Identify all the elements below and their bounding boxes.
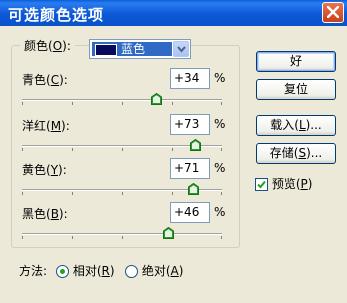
absolute-label-key: A xyxy=(170,264,179,278)
dropdown-arrow-button[interactable] xyxy=(173,41,189,57)
slider-label-key: M xyxy=(50,119,62,133)
close-button[interactable] xyxy=(322,2,344,23)
colors-label-prefix: 颜色( xyxy=(24,39,53,53)
slider-thumb[interactable] xyxy=(163,227,174,239)
slider-tick xyxy=(221,102,222,105)
colors-label-suffix: ): xyxy=(62,39,71,53)
slider-value-input[interactable]: +46 xyxy=(170,202,210,223)
title-bar: 可选颜色选项 xyxy=(0,0,347,26)
slider-ticks xyxy=(22,102,222,105)
slider-label-suffix: ): xyxy=(61,119,70,133)
absolute-radio[interactable] xyxy=(125,265,138,278)
load-label-prefix: 载入( xyxy=(270,118,299,132)
slider-tick xyxy=(122,102,123,105)
slider-tick xyxy=(22,192,23,195)
slider-tick xyxy=(122,192,123,195)
preview-label-prefix: 预览( xyxy=(271,177,301,191)
slider-label-suffix: ): xyxy=(59,73,68,87)
absolute-radio-row[interactable]: 绝对(A) xyxy=(125,262,183,279)
preview-label-key: P xyxy=(300,177,308,191)
slider-value-input[interactable]: +73 xyxy=(170,114,210,135)
save-button[interactable]: 存储(S)... xyxy=(256,143,336,164)
slider-tick xyxy=(221,236,222,239)
slider-tick xyxy=(22,102,23,105)
slider-thumb[interactable] xyxy=(151,93,162,105)
load-button[interactable]: 载入(L)... xyxy=(256,115,336,136)
relative-label-key: R xyxy=(101,264,110,278)
slider-track[interactable] xyxy=(22,99,222,101)
percent-unit: % xyxy=(214,117,226,131)
slider-label-key: Y xyxy=(50,163,59,177)
preview-checkbox[interactable] xyxy=(255,178,268,191)
save-label-key: S xyxy=(298,146,307,160)
slider-tick xyxy=(221,148,222,151)
slider-thumb[interactable] xyxy=(190,139,201,151)
load-label-key: L xyxy=(298,118,306,132)
selective-color-dialog: 可选颜色选项 颜色(O): 蓝色 青色(C): +34% 洋红(M): +73% 黄色(… xyxy=(0,0,347,303)
slider-tick xyxy=(172,192,173,195)
colors-label-key: O xyxy=(52,39,63,53)
slider-label: 青色(C): xyxy=(22,71,68,88)
slider-label-prefix: 黄色( xyxy=(22,163,51,177)
slider-label-key: C xyxy=(50,73,60,87)
chevron-down-icon xyxy=(177,46,186,53)
slider-value-input[interactable]: +34 xyxy=(170,68,210,89)
colors-dropdown-value: 蓝色 xyxy=(92,42,172,56)
color-swatch xyxy=(95,44,117,56)
slider-thumb[interactable] xyxy=(188,183,199,195)
slider-tick xyxy=(22,148,23,151)
colors-selected-text: 蓝色 xyxy=(121,42,146,56)
slider-value-input[interactable]: +71 xyxy=(170,158,210,179)
slider-tick xyxy=(72,192,73,195)
slider-label-prefix: 黑色( xyxy=(22,207,51,221)
percent-unit: % xyxy=(214,71,226,85)
slider-tick xyxy=(172,102,173,105)
relative-label-prefix: 相对( xyxy=(72,264,102,278)
absolute-label-suffix: ) xyxy=(178,264,184,278)
slider-tick xyxy=(72,236,73,239)
method-label: 方法: xyxy=(19,264,48,278)
percent-unit: % xyxy=(214,161,226,175)
slider-label-suffix: ): xyxy=(58,163,67,177)
slider-label-prefix: 青色( xyxy=(22,73,51,87)
radio-selected-dot xyxy=(60,269,65,274)
slider-label-suffix: ): xyxy=(58,207,68,221)
slider-tick xyxy=(22,236,23,239)
relative-radio[interactable] xyxy=(56,265,69,278)
slider-tick xyxy=(122,236,123,239)
percent-unit: % xyxy=(214,205,226,219)
slider-tick xyxy=(122,148,123,151)
load-label-suffix: )... xyxy=(305,118,322,132)
relative-radio-row[interactable]: 相对(R) xyxy=(56,262,115,279)
slider-label-key: B xyxy=(50,207,59,221)
save-label-suffix: )... xyxy=(306,146,323,160)
preview-label-suffix: ) xyxy=(307,177,313,191)
save-label-prefix: 存储( xyxy=(269,146,299,160)
slider-tick xyxy=(72,148,73,151)
slider-tick xyxy=(172,148,173,151)
slider-label-prefix: 洋红( xyxy=(22,119,51,133)
window-title: 可选颜色选项 xyxy=(8,6,105,24)
slider-label: 黑色(B): xyxy=(22,205,68,222)
colors-label: 颜色(O): xyxy=(20,34,75,58)
absolute-label-prefix: 绝对( xyxy=(141,264,171,278)
slider-label: 黄色(Y): xyxy=(22,161,67,178)
colors-dropdown[interactable]: 蓝色 xyxy=(89,39,191,59)
checkmark-icon xyxy=(257,180,266,189)
slider-tick xyxy=(221,192,222,195)
slider-tick xyxy=(72,102,73,105)
slider-label: 洋红(M): xyxy=(22,117,70,134)
slider-track[interactable] xyxy=(22,233,222,235)
ok-button[interactable]: 好 xyxy=(256,51,336,72)
preview-checkbox-row[interactable]: 预览(P) xyxy=(255,175,312,192)
slider-ticks xyxy=(22,236,222,239)
relative-label-suffix: ) xyxy=(109,264,115,278)
close-icon xyxy=(327,6,339,18)
reset-button[interactable]: 复位 xyxy=(256,79,336,100)
